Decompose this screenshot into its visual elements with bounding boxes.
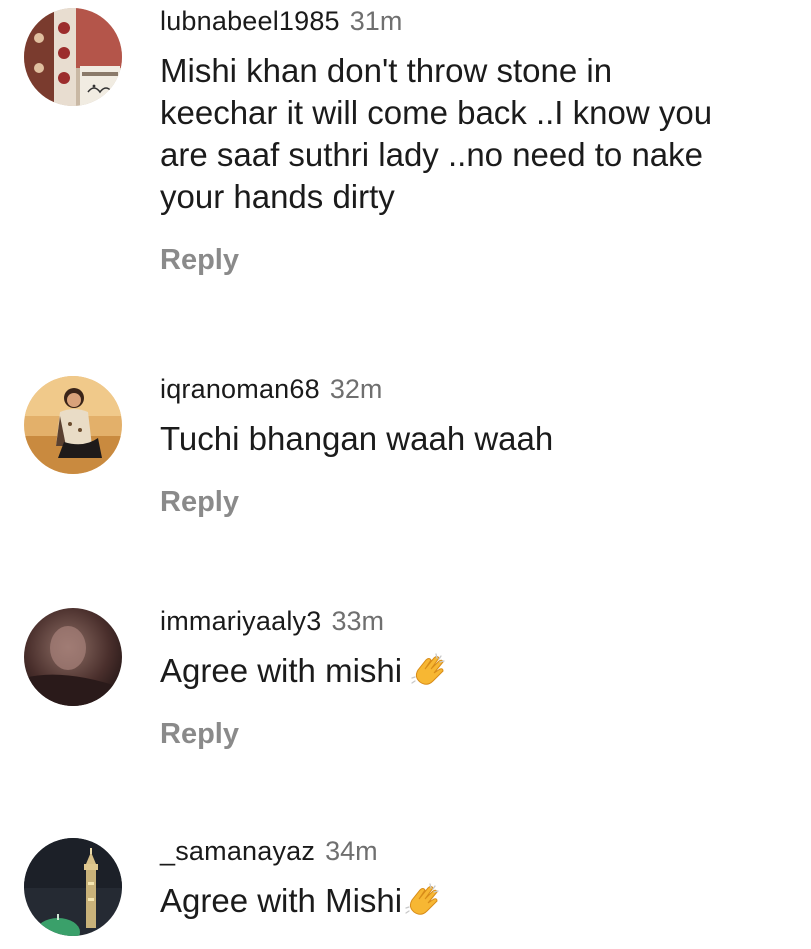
reply-button[interactable]: Reply [160, 716, 803, 752]
comment-username[interactable]: iqranoman68 [160, 374, 320, 404]
comment-username[interactable]: _samanayaz [160, 836, 315, 866]
comment-text-line: your hands dirty [160, 178, 395, 215]
comment-text-line: Mishi khan don't throw stone in [160, 52, 613, 89]
clapping-hands-icon [402, 880, 442, 920]
comment-timestamp: 34m [325, 836, 378, 866]
avatar[interactable] [24, 8, 122, 106]
avatar[interactable] [24, 376, 122, 474]
comment-timestamp: 33m [331, 606, 384, 636]
comment-text: Agree with mishi [160, 650, 803, 692]
reply-button[interactable]: Reply [160, 242, 803, 278]
comment-text-content: Agree with mishi [160, 652, 403, 689]
avatar[interactable] [24, 838, 122, 936]
avatar[interactable] [24, 608, 122, 706]
clapping-hands-icon [408, 650, 448, 690]
comment-text-line: are saaf suthri lady ..no need to nake [160, 136, 704, 173]
reply-button[interactable]: Reply [160, 484, 803, 520]
comment-text: Mishi khan don't throw stone in keechar … [160, 50, 803, 218]
comment-text-line: keechar it will come back ..I know you [160, 94, 713, 131]
comment-timestamp: 32m [329, 374, 383, 404]
comment-text: Tuchi bhangan waah waah [160, 420, 554, 457]
comment-timestamp: 31m [349, 6, 403, 36]
comment-username[interactable]: immariyaaly3 [160, 606, 321, 636]
comment-username[interactable]: lubnabeel1985 [160, 6, 340, 36]
comment-text: Agree with Mishi [160, 880, 803, 922]
comment-text-content: Agree with Mishi [160, 882, 403, 919]
